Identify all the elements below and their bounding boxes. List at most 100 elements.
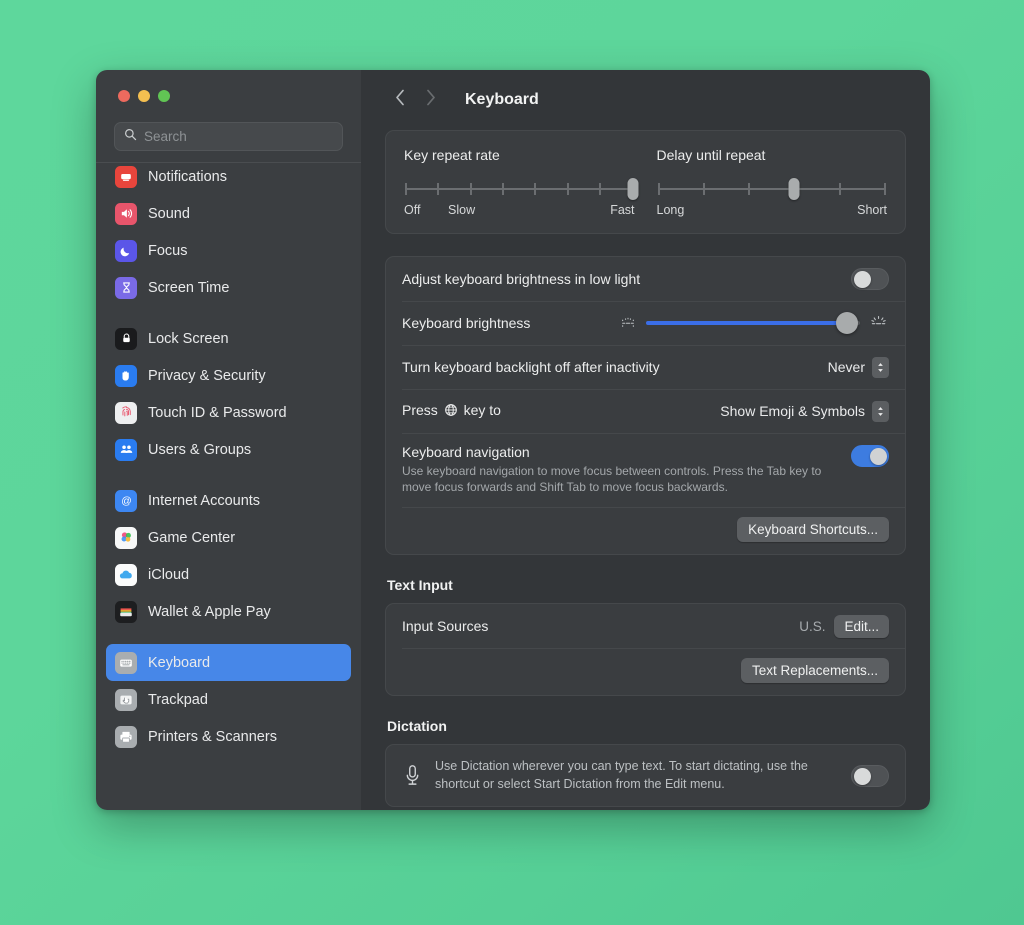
sidebar-item-game-center[interactable]: Game Center [106, 519, 351, 556]
sidebar-item-trackpad[interactable]: Trackpad [106, 681, 351, 718]
globe-icon [444, 403, 458, 420]
search-icon [124, 128, 137, 146]
internet-accounts-icon: @ [115, 489, 137, 512]
back-button[interactable] [385, 85, 415, 115]
dictation-toggle[interactable] [851, 764, 889, 787]
sidebar-item-notifications[interactable]: Notifications [106, 158, 351, 195]
sidebar-item-label: Focus [148, 242, 188, 259]
globe-key-row: Press key to Show Emoji & Symbols [386, 389, 905, 433]
toolbar: Keyboard [361, 70, 930, 130]
search-input[interactable] [144, 129, 333, 144]
sidebar-item-touch-id[interactable]: Touch ID & Password [106, 394, 351, 431]
sidebar-item-sound[interactable]: Sound [106, 195, 351, 232]
sidebar-item-keyboard[interactable]: Keyboard [106, 644, 351, 681]
globe-key-popup-button[interactable]: Show Emoji & Symbols [720, 400, 889, 422]
keyboard-navigation-row: Keyboard navigation Use keyboard navigat… [386, 433, 905, 507]
input-sources-row: Input Sources U.S. Edit... [386, 604, 905, 648]
sidebar-item-label: Internet Accounts [148, 492, 261, 509]
keyboard-navigation-toggle[interactable] [851, 445, 889, 467]
sidebar-item-label: Screen Time [148, 279, 230, 296]
sidebar-item-label: Touch ID & Password [148, 404, 287, 421]
keyboard-icon [115, 651, 137, 674]
adjust-brightness-row: Adjust keyboard brightness in low light [386, 257, 905, 301]
chevron-updown-icon[interactable] [872, 356, 889, 378]
svg-text:@: @ [121, 496, 131, 507]
delay-until-repeat-slider[interactable] [657, 178, 886, 200]
toggle-knob [854, 767, 871, 785]
adjust-brightness-label: Adjust keyboard brightness in low light [402, 271, 641, 287]
zoom-window-button[interactable] [158, 90, 170, 102]
edit-input-sources-button[interactable]: Edit... [834, 614, 889, 638]
sidebar-item-printers-scanners[interactable]: Printers & Scanners [106, 718, 351, 755]
tick-label-fast: Fast [610, 203, 635, 217]
text-input-heading: Text Input [387, 577, 453, 594]
sound-icon [115, 202, 137, 225]
sidebar-item-icloud[interactable]: iCloud [106, 556, 351, 593]
dictation-heading: Dictation [387, 718, 447, 735]
globe-key-label: Press key to [402, 402, 720, 420]
keyboard-brightness-label: Keyboard brightness [402, 315, 531, 331]
users-groups-icon [115, 438, 137, 461]
sidebar-item-lock-screen[interactable]: Lock Screen [106, 320, 351, 357]
text-input-card: Input Sources U.S. Edit... Text Replacem… [385, 603, 906, 697]
icloud-icon [115, 563, 137, 586]
key-repeat-rate-slider[interactable] [405, 178, 638, 200]
text-replacements-button[interactable]: Text Replacements... [740, 658, 889, 684]
lock-screen-icon [115, 327, 137, 350]
input-sources-label: Input Sources [402, 618, 489, 635]
search-container [96, 118, 361, 151]
tick-label-short: Short [857, 203, 887, 217]
sidebar-item-label: Keyboard [148, 654, 211, 671]
sidebar-item-label: Trackpad [148, 691, 208, 708]
sidebar-item-label: Printers & Scanners [148, 728, 277, 745]
minimize-window-button[interactable] [138, 90, 150, 102]
sidebar-item-label: Game Center [148, 529, 236, 546]
sidebar-item-wallet-apple-pay[interactable]: Wallet & Apple Pay [106, 593, 351, 630]
keyboard-brightness-slider[interactable] [646, 312, 860, 334]
sidebar-item-label: Sound [148, 205, 190, 222]
key-repeat-rate-ticklabels: Off Slow Fast [404, 203, 635, 219]
sidebar-item-label: Privacy & Security [148, 367, 266, 384]
keyboard-shortcuts-button[interactable]: Keyboard Shortcuts... [737, 517, 889, 543]
slider-knob[interactable] [788, 178, 800, 200]
keyboard-brightness-control [619, 312, 889, 334]
screen-time-icon [115, 276, 137, 299]
chevron-updown-icon[interactable] [872, 400, 889, 422]
tick-label-long: Long [656, 203, 685, 217]
slider-knob[interactable] [836, 312, 859, 334]
content-pane: Keyboard Key repeat rate Off Slow Fast D… [361, 70, 930, 810]
delay-until-repeat-ticklabels: Long Short [657, 203, 888, 219]
sidebar-item-label: Wallet & Apple Pay [148, 603, 271, 620]
sidebar-item-label: Notifications [148, 168, 227, 185]
focus-icon [115, 239, 137, 262]
traffic-lights [96, 70, 361, 118]
trackpad-icon [115, 688, 137, 711]
settings-scroll-area[interactable]: Key repeat rate Off Slow Fast Delay unti… [361, 130, 930, 810]
sidebar-item-privacy-security[interactable]: Privacy & Security [106, 357, 351, 394]
sidebar-item-users-groups[interactable]: Users & Groups [106, 431, 351, 468]
chevron-right-icon [425, 89, 436, 111]
slider-knob[interactable] [627, 178, 638, 200]
input-sources-value: U.S. [799, 618, 826, 634]
keyboard-shortcuts-row: Keyboard Shortcuts... [386, 507, 905, 554]
close-window-button[interactable] [118, 90, 130, 102]
globe-key-label-after: key to [463, 402, 501, 418]
sidebar-item-internet-accounts[interactable]: @ Internet Accounts [106, 482, 351, 519]
dictation-card: Use Dictation wherever you can type text… [385, 744, 906, 807]
forward-button[interactable] [415, 85, 445, 115]
sidebar-item-focus[interactable]: Focus [106, 232, 351, 269]
toggle-knob [854, 271, 871, 288]
chevron-left-icon [395, 89, 406, 111]
adjust-brightness-toggle[interactable] [851, 268, 889, 290]
search-box[interactable] [114, 122, 343, 151]
backlight-off-popup-button[interactable]: Never [828, 356, 889, 378]
backlight-off-row: Turn keyboard backlight off after inacti… [386, 345, 905, 389]
wallet-icon [115, 600, 137, 623]
key-repeat-rate-label: Key repeat rate [404, 147, 500, 163]
dictation-row: Use Dictation wherever you can type text… [386, 745, 905, 806]
dictation-description: Use Dictation wherever you can type text… [435, 759, 808, 791]
sidebar-item-screen-time[interactable]: Screen Time [106, 269, 351, 306]
